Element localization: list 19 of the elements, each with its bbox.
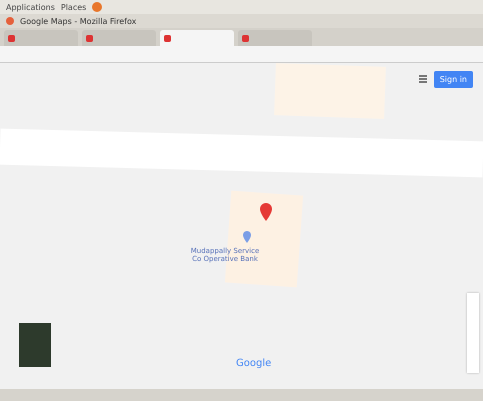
browser-tab[interactable] — [4, 30, 78, 46]
browser-tab[interactable] — [238, 30, 312, 46]
favicon-icon — [8, 34, 15, 42]
browser-tab[interactable] — [160, 30, 234, 46]
panel-menu[interactable]: Applications — [6, 2, 55, 12]
favicon-icon — [242, 34, 249, 42]
browser-tab[interactable] — [82, 30, 156, 46]
satellite-thumbnail[interactable] — [19, 323, 51, 367]
location-pin-icon — [260, 203, 272, 221]
close-icon[interactable] — [6, 17, 14, 25]
apps-grid-icon[interactable] — [419, 75, 427, 83]
window-title: Google Maps - Mozilla Firefox — [20, 16, 136, 26]
sign-in-button[interactable]: Sign in — [434, 71, 473, 88]
favicon-icon — [86, 34, 93, 42]
favicon-icon — [164, 34, 171, 42]
google-logo: Google — [236, 358, 272, 369]
browser-icon[interactable] — [92, 2, 102, 12]
place-marker-icon — [243, 231, 251, 243]
panel-menu[interactable]: Places — [60, 2, 86, 12]
